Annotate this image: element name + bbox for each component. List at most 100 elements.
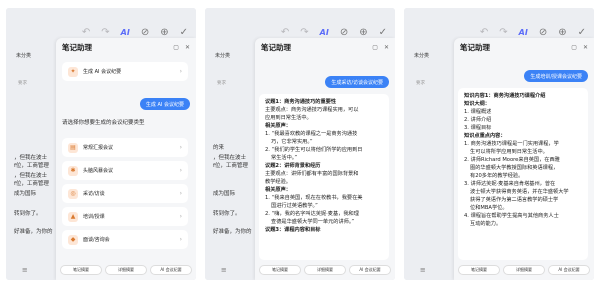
training-icon: ▲ bbox=[68, 211, 78, 222]
note-bg-line: 成为国际 bbox=[14, 191, 37, 197]
minutes-line: 知识内容1：商务沟通技巧课程介绍 bbox=[464, 93, 546, 99]
undo-icon[interactable]: ↶ bbox=[82, 28, 90, 38]
format-icon[interactable]: ≡ bbox=[221, 266, 227, 274]
note-bg-line: 转到你了。 bbox=[213, 211, 241, 217]
generate-ai-minutes-item[interactable]: ✦ 生成 AI 会议纪要 › bbox=[62, 62, 188, 81]
note-summary-chip[interactable]: 笔记摘要 bbox=[60, 265, 102, 275]
lightbulb-icon: ✱ bbox=[68, 165, 78, 176]
note-bg-line: ，但我在波士 bbox=[14, 155, 48, 161]
note-category[interactable]: 未分类 bbox=[16, 52, 31, 59]
type-option-training[interactable]: ▲ 培训/授课 › bbox=[62, 207, 188, 226]
close-icon[interactable]: ✕ bbox=[185, 44, 190, 51]
type-option-regular-report[interactable]: ▤ 常规汇报会议 › bbox=[62, 138, 188, 157]
phone-screen-training-minutes: ↶ ↷ AI ⊘ ⊕ ✓ 未分类 要求 ≡ ☰ ▣ ✎ ◉ 笔记助理 ▢✕ 生成… bbox=[404, 8, 594, 280]
checklist-icon[interactable]: ⊘ bbox=[340, 28, 348, 38]
undo-icon[interactable]: ↶ bbox=[480, 28, 488, 38]
type-option-brainstorm[interactable]: ✱ 头脑风暴会议 › bbox=[62, 161, 188, 180]
chevron-right-icon: › bbox=[179, 167, 182, 174]
minutes-line: 2. “嗨，我的名字叫达芙妮·麦基，我和理 bbox=[265, 211, 359, 217]
note-category[interactable]: 未分类 bbox=[215, 52, 230, 59]
copy-icon[interactable]: ▢ bbox=[372, 44, 378, 51]
copy-icon[interactable]: ▢ bbox=[571, 44, 577, 51]
done-icon[interactable]: ✓ bbox=[379, 28, 387, 38]
format-icon[interactable]: ≡ bbox=[420, 266, 426, 274]
ai-assistant-icon[interactable]: AI bbox=[519, 29, 528, 37]
consultation-icon: ◆ bbox=[68, 234, 78, 245]
minutes-line: 1. 商务沟通技巧课程是一门实用课程，学 bbox=[464, 141, 559, 147]
user-message-bubble: 生成采访/访谈会议纪要 bbox=[325, 76, 389, 88]
minutes-line: 生可以将所学应用到日常生活中。 bbox=[470, 149, 548, 155]
minutes-line: 4. 课程旨在帮助学生提高与其他商务人士 bbox=[464, 213, 559, 219]
type-option-label: 采访/访谈 bbox=[83, 191, 105, 197]
minutes-line: 查德是华盛顿大学同一单元的讲师。” bbox=[271, 219, 355, 225]
note-summary-chip[interactable]: 笔记摘要 bbox=[458, 265, 500, 275]
undo-icon[interactable]: ↶ bbox=[281, 28, 289, 38]
redo-icon[interactable]: ↷ bbox=[300, 28, 308, 38]
add-icon[interactable]: ⊕ bbox=[160, 28, 168, 38]
type-option-interview[interactable]: ◎ 采访/访谈 › bbox=[62, 184, 188, 203]
minutes-line: 相关原声： bbox=[265, 123, 291, 129]
ai-minutes-chip[interactable]: AI 会议纪要 bbox=[349, 265, 391, 275]
ai-minutes-chip[interactable]: AI 会议纪要 bbox=[548, 265, 590, 275]
minutes-line: 知识点重点内容： bbox=[464, 133, 506, 139]
minutes-line: 议题1：商务沟通技巧的重要性 bbox=[265, 99, 337, 105]
minutes-line: 1. 课程概述 bbox=[464, 109, 492, 115]
note-list-label: 要求 bbox=[18, 81, 27, 86]
chevron-right-icon: › bbox=[179, 236, 182, 243]
redo-icon[interactable]: ↷ bbox=[101, 28, 109, 38]
minutes-line: 教学经验。 bbox=[265, 179, 291, 185]
minutes-line: 图的华盛顿大学教授国际和英语课程， bbox=[470, 165, 559, 171]
detailed-summary-chip[interactable]: 详细摘要 bbox=[105, 265, 147, 275]
minutes-line: 2. “我们的学生可以将他们所学的应用到日 bbox=[265, 147, 363, 153]
note-bg-line: 转到你了。 bbox=[14, 211, 42, 217]
note-summary-chip[interactable]: 笔记摘要 bbox=[259, 265, 301, 275]
note-bg-line: 成为国际 bbox=[213, 191, 236, 197]
ai-minutes-icon: ✦ bbox=[68, 66, 78, 77]
minutes-line: 1. “我来自英国，现在在校教书，我要在美 bbox=[265, 195, 363, 201]
minutes-line: 主要观点：商务沟通技巧课程实用，可以 bbox=[265, 107, 359, 113]
note-list-label: 要求 bbox=[416, 81, 425, 86]
assistant-panel-title: 笔记助理 bbox=[62, 42, 92, 52]
add-icon[interactable]: ⊕ bbox=[558, 28, 566, 38]
minutes-line: 2. 讲师介绍 bbox=[464, 117, 492, 123]
quick-action-row: 笔记摘要 详细摘要 AI 会议纪要 bbox=[60, 265, 192, 275]
type-option-consultation[interactable]: ◆ 面谈/咨询会 › bbox=[62, 230, 188, 249]
type-option-label: 头脑风暴会议 bbox=[83, 168, 114, 174]
screenshot-stage: ↶ ↷ AI ⊘ ⊕ ✓ 未分类 要求 ，但我在波士 f位，工商管理 ，但我在波… bbox=[0, 0, 600, 286]
detailed-summary-chip[interactable]: 详细摘要 bbox=[304, 265, 346, 275]
chevron-right-icon: › bbox=[179, 144, 182, 151]
ai-assistant-icon[interactable]: AI bbox=[320, 29, 329, 37]
type-option-label: 常规汇报会议 bbox=[83, 145, 114, 151]
assistant-panel: 笔记助理 ▢ ✕ 生成采访/访谈会议纪要 议题1：商务沟通技巧的重要性 主要观点：商… bbox=[255, 38, 395, 280]
assistant-prompt: 请选择你想要生成的会议纪要类型 bbox=[62, 120, 145, 126]
assistant-panel: 笔记助理 ▢ ✕ 生成培训/授课会议纪要 知识内容1：商务沟通技巧课程介绍 知识大纲… bbox=[454, 38, 594, 280]
minutes-line: 知识大纲： bbox=[464, 101, 490, 107]
detailed-summary-chip[interactable]: 详细摘要 bbox=[503, 265, 545, 275]
note-bg-line: ，但我在波士 bbox=[213, 155, 247, 161]
minutes-line: 互动的能力。 bbox=[470, 221, 502, 227]
phone-screen-type-select: ↶ ↷ AI ⊘ ⊕ ✓ 未分类 要求 ，但我在波士 f位，工商管理 ，但我在波… bbox=[6, 8, 196, 280]
ai-minutes-chip[interactable]: AI 会议纪要 bbox=[150, 265, 192, 275]
minutes-line: 议题2：讲师背景和经历 bbox=[265, 163, 321, 169]
note-bg-line: f位，工商管理 bbox=[213, 163, 248, 169]
format-icon[interactable]: ≡ bbox=[22, 266, 28, 274]
done-icon[interactable]: ✓ bbox=[578, 28, 586, 38]
chevron-right-icon: › bbox=[179, 68, 182, 75]
add-icon[interactable]: ⊕ bbox=[359, 28, 367, 38]
close-icon[interactable]: ✕ bbox=[384, 44, 389, 51]
checklist-icon[interactable]: ⊘ bbox=[539, 28, 547, 38]
close-icon[interactable]: ✕ bbox=[583, 44, 588, 51]
type-option-label: 面谈/咨询会 bbox=[83, 237, 110, 243]
copy-icon[interactable]: ▢ bbox=[173, 44, 179, 51]
minutes-line: 有20多年的教学经验。 bbox=[470, 173, 524, 179]
note-bg-line: f位，工商管理 bbox=[14, 163, 49, 169]
assistant-panel-title: 笔记助理 bbox=[460, 42, 490, 52]
note-category[interactable]: 未分类 bbox=[414, 52, 429, 59]
type-option-label: 培训/授课 bbox=[83, 214, 105, 220]
checklist-icon[interactable]: ⊘ bbox=[141, 28, 149, 38]
redo-icon[interactable]: ↷ bbox=[499, 28, 507, 38]
done-icon[interactable]: ✓ bbox=[180, 28, 188, 38]
ai-assistant-icon[interactable]: AI bbox=[121, 29, 130, 37]
note-bg-line: ，但我在波士 bbox=[14, 173, 48, 179]
minutes-line: 1. “我最喜欢教的课程之一是商务沟通技 bbox=[265, 131, 358, 137]
